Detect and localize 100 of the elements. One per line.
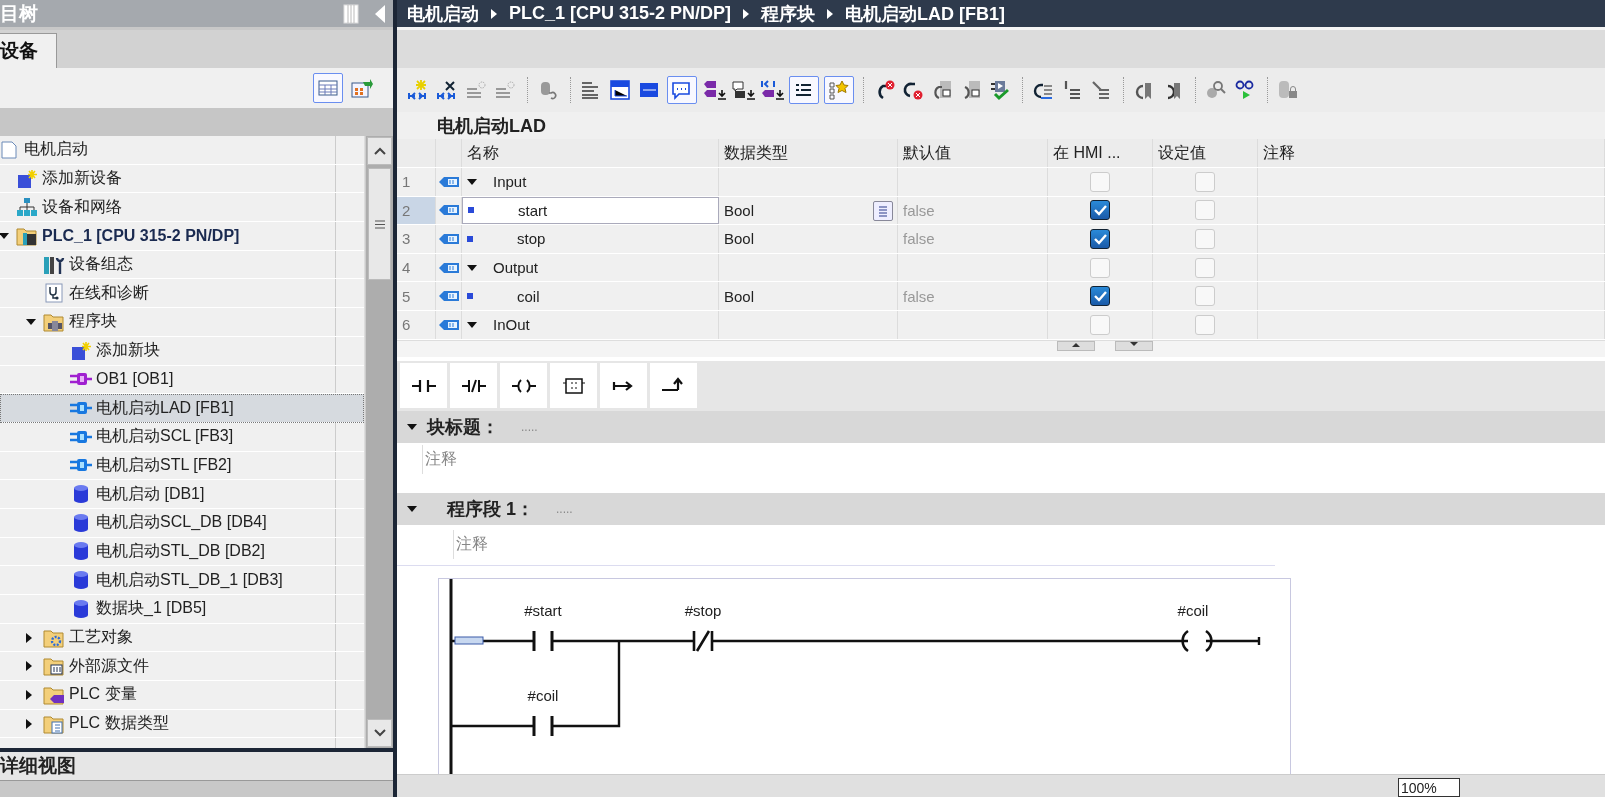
contact-symbol[interactable] (532, 714, 554, 738)
chevron-up-icon[interactable] (373, 147, 386, 155)
caret-icon (491, 8, 497, 19)
scrollbar[interactable] (365, 136, 393, 748)
operand-label: #start (524, 601, 562, 619)
contact-symbol[interactable] (532, 629, 554, 653)
chevron-down-icon[interactable] (373, 729, 386, 737)
checkbox[interactable] (1090, 286, 1110, 307)
cylinder-icon (73, 570, 89, 591)
expand-arrow-icon[interactable] (467, 178, 477, 185)
panel-title: 目树 (0, 1, 39, 26)
folder-icon (43, 684, 65, 705)
column-header[interactable]: 数据类型 (719, 139, 898, 167)
contact-symbol[interactable] (692, 629, 714, 652)
expand-arrow-icon[interactable] (26, 318, 36, 325)
cylinder-icon (73, 512, 89, 533)
port-icon (438, 317, 460, 332)
panel-title: 详细视图 (0, 754, 76, 778)
scroll-up-button[interactable] (1057, 340, 1095, 351)
breadcrumb-item[interactable]: PLC_1 [CPU 315-2 PN/DP] (509, 3, 732, 24)
collapse-arrow-icon[interactable] (26, 632, 32, 643)
checkbox[interactable] (1090, 229, 1110, 249)
tab[interactable]: 设备 (0, 33, 57, 68)
scroll-down-button[interactable] (1115, 340, 1153, 351)
breadcrumb-item[interactable]: 电机启动 (407, 1, 479, 26)
instruction-button[interactable] (550, 363, 597, 409)
rung-start-marker[interactable] (454, 636, 484, 645)
collapse-arrow-icon[interactable] (26, 661, 32, 672)
block-icon (70, 458, 92, 473)
default-value: false (903, 201, 935, 219)
instruction-button[interactable] (600, 363, 647, 409)
folder-icon (43, 311, 65, 332)
grip-icon (374, 219, 385, 229)
sparkle-square-icon (71, 340, 91, 361)
expand-arrow-icon[interactable] (407, 423, 417, 430)
brackets-tag-down-icon[interactable] (760, 79, 784, 101)
star-list-icon[interactable] (827, 79, 851, 101)
operand-label: #coil (527, 686, 559, 704)
expand-arrow-icon[interactable] (467, 321, 477, 328)
expand-arrow-icon[interactable] (467, 264, 477, 271)
grid-arrow-icon[interactable] (351, 78, 373, 98)
table-view-button[interactable] (313, 73, 343, 103)
column-header[interactable]: 注释 (1258, 139, 1605, 167)
checkmark-icon (1093, 233, 1107, 245)
coil-symbol-icon (511, 376, 536, 395)
instruction-button[interactable] (500, 363, 547, 409)
data-type: Bool (724, 287, 755, 305)
tree-item[interactable]: 电机启动LAD [FB1] (0, 394, 364, 423)
column-header[interactable]: 在 HMI ... (1048, 139, 1153, 167)
default-value: false (903, 287, 935, 305)
row-number: 3 (397, 225, 436, 253)
comment-field[interactable]: 注释 (422, 444, 1207, 474)
operand-label: #stop (684, 601, 722, 619)
collapse-arrow-icon[interactable] (26, 689, 32, 700)
block-icon (70, 372, 92, 387)
checkmark-icon (1093, 204, 1107, 217)
folder-icon (43, 713, 65, 734)
tag-down-icon[interactable] (702, 79, 726, 101)
cylinder-icon (73, 541, 89, 562)
port-icon (438, 260, 460, 275)
breadcrumb-item[interactable]: 程序块 (761, 1, 816, 26)
bullet-icon (468, 207, 474, 214)
row-number: 5 (397, 282, 436, 310)
collapse-arrow-icon[interactable] (26, 718, 32, 729)
column-header[interactable]: 设定值 (1153, 139, 1258, 167)
window-icon[interactable] (609, 79, 633, 101)
instruction-button[interactable] (450, 363, 497, 409)
default-value: false (903, 230, 935, 248)
coil-symbol[interactable] (1181, 629, 1213, 652)
bubble-down-icon[interactable] (731, 79, 755, 101)
caret-icon (827, 8, 834, 19)
expand-arrow-icon[interactable] (0, 232, 9, 239)
column-header[interactable]: 默认值 (898, 139, 1048, 167)
block-name: 电机启动LAD (437, 114, 546, 138)
chevron-down-icon (1130, 341, 1138, 347)
zoom-field[interactable]: 100% (1398, 778, 1460, 797)
port-icon (438, 289, 460, 304)
checkbox[interactable] (1090, 200, 1110, 221)
instruction-button[interactable] (400, 363, 447, 409)
data-type: Bool (724, 230, 755, 248)
variable-name: Output (493, 259, 539, 277)
sparkle-square-icon (17, 168, 37, 189)
row-number: 4 (397, 253, 436, 282)
port-icon (438, 203, 460, 218)
list-button[interactable] (873, 200, 893, 221)
expand-arrow-icon[interactable] (407, 505, 417, 512)
block-icon (70, 429, 92, 444)
breadcrumb-item[interactable]: 电机启动LAD [FB1] (845, 1, 1006, 26)
list-icon (877, 203, 889, 218)
bullet-icon (467, 293, 473, 300)
comment-field[interactable]: 注释 (453, 530, 1275, 560)
row-number: 6 (397, 310, 436, 339)
operand-label: #coil (1177, 601, 1209, 619)
column-header[interactable]: 名称 (462, 139, 719, 167)
variable-name: InOut (493, 316, 530, 334)
folder-icon (16, 225, 38, 246)
instruction-button[interactable] (650, 363, 697, 409)
cylinder-icon (73, 484, 89, 505)
section-title: 块标题： (427, 415, 499, 439)
block-icon (70, 401, 92, 416)
